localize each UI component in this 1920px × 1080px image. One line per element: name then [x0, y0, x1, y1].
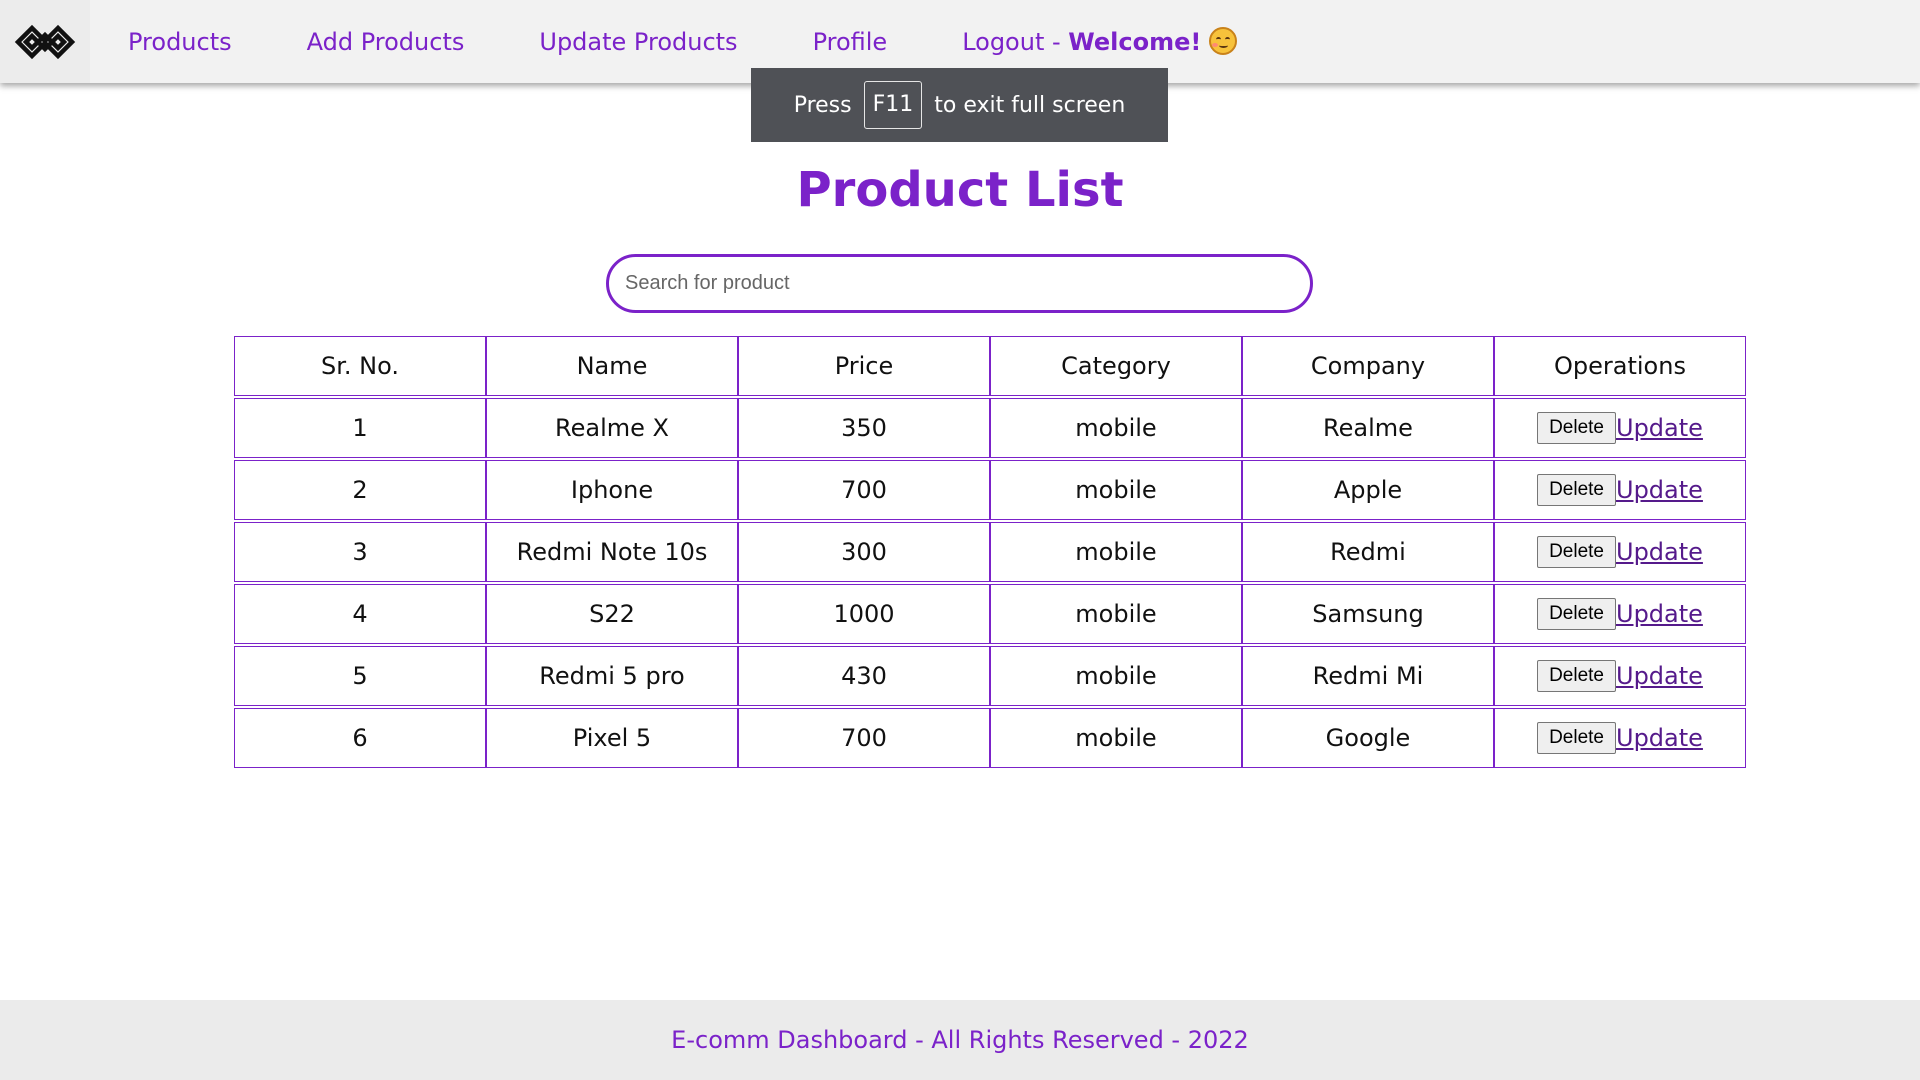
cell-sr-no: 3	[234, 522, 486, 582]
cell-price: 700	[738, 708, 990, 768]
welcome-label: Welcome!	[1068, 28, 1202, 56]
nav-update-products-link[interactable]: Update Products	[539, 28, 737, 56]
cell-category: mobile	[990, 708, 1242, 768]
cell-operations: Delete Update	[1494, 522, 1746, 582]
cell-company: Google	[1242, 708, 1494, 768]
nav-add-products-link[interactable]: Add Products	[307, 28, 465, 56]
cell-name: Realme X	[486, 398, 738, 458]
update-link[interactable]: Update	[1616, 476, 1703, 504]
cell-company: Samsung	[1242, 584, 1494, 644]
cell-price: 1000	[738, 584, 990, 644]
cell-sr-no: 6	[234, 708, 486, 768]
search-input[interactable]	[606, 254, 1313, 313]
table-header-row: Sr. No. Name Price Category Company Oper…	[234, 336, 1746, 398]
update-link[interactable]: Update	[1616, 724, 1703, 752]
cell-category: mobile	[990, 646, 1242, 706]
delete-button[interactable]: Delete	[1537, 598, 1616, 630]
toast-prefix: Press	[793, 92, 852, 118]
cell-sr-no: 4	[234, 584, 486, 644]
update-link[interactable]: Update	[1616, 600, 1703, 628]
delete-button[interactable]: Delete	[1537, 536, 1616, 568]
cell-name: S22	[486, 584, 738, 644]
table-row: 2 Iphone 700 mobile Apple Delete Update	[234, 460, 1746, 522]
cell-name: Iphone	[486, 460, 738, 520]
delete-button[interactable]: Delete	[1537, 722, 1616, 754]
cell-operations: Delete Update	[1494, 646, 1746, 706]
cell-name: Pixel 5	[486, 708, 738, 768]
cell-category: mobile	[990, 522, 1242, 582]
table-row: 5 Redmi 5 pro 430 mobile Redmi Mi Delete…	[234, 646, 1746, 708]
logout-label: Logout -	[962, 28, 1069, 56]
cell-price: 300	[738, 522, 990, 582]
cell-operations: Delete Update	[1494, 460, 1746, 520]
table-row: 4 S22 1000 mobile Samsung Delete Update	[234, 584, 1746, 646]
nav-products-link[interactable]: Products	[128, 28, 232, 56]
header-price: Price	[738, 336, 990, 396]
update-link[interactable]: Update	[1616, 662, 1703, 690]
table-row: 3 Redmi Note 10s 300 mobile Redmi Delete…	[234, 522, 1746, 584]
cell-price: 700	[738, 460, 990, 520]
footer-text: E-comm Dashboard - All Rights Reserved -…	[671, 1026, 1249, 1054]
cell-company: Redmi Mi	[1242, 646, 1494, 706]
table-row: 6 Pixel 5 700 mobile Google Delete Update	[234, 708, 1746, 770]
product-table: Sr. No. Name Price Category Company Oper…	[234, 336, 1746, 770]
cell-company: Redmi	[1242, 522, 1494, 582]
cell-price: 430	[738, 646, 990, 706]
cell-sr-no: 5	[234, 646, 486, 706]
cell-operations: Delete Update	[1494, 398, 1746, 458]
update-link[interactable]: Update	[1616, 414, 1703, 442]
infinity-diamond-logo-icon	[14, 24, 76, 59]
cell-name: Redmi 5 pro	[486, 646, 738, 706]
cell-price: 350	[738, 398, 990, 458]
delete-button[interactable]: Delete	[1537, 412, 1616, 444]
cell-company: Realme	[1242, 398, 1494, 458]
smiling-face-with-hearts-emoji-icon	[1209, 27, 1238, 55]
cell-category: mobile	[990, 398, 1242, 458]
header-category: Category	[990, 336, 1242, 396]
header-operations: Operations	[1494, 336, 1746, 396]
update-link[interactable]: Update	[1616, 538, 1703, 566]
table-row: 1 Realme X 350 mobile Realme Delete Updat…	[234, 398, 1746, 460]
logo[interactable]	[0, 0, 90, 83]
delete-button[interactable]: Delete	[1537, 660, 1616, 692]
page-title: Product List	[796, 162, 1124, 218]
header-company: Company	[1242, 336, 1494, 396]
cell-company: Apple	[1242, 460, 1494, 520]
cell-category: mobile	[990, 460, 1242, 520]
cell-sr-no: 1	[234, 398, 486, 458]
nav-logout-link[interactable]: Logout - Welcome!	[962, 27, 1238, 56]
cell-name: Redmi Note 10s	[486, 522, 738, 582]
fullscreen-toast: Press F11 to exit full screen	[751, 68, 1168, 142]
delete-button[interactable]: Delete	[1537, 474, 1616, 506]
cell-operations: Delete Update	[1494, 584, 1746, 644]
page-footer: E-comm Dashboard - All Rights Reserved -…	[0, 1000, 1920, 1080]
nav-profile-link[interactable]: Profile	[813, 28, 888, 56]
header-sr-no: Sr. No.	[234, 336, 486, 396]
toast-suffix: to exit full screen	[934, 92, 1126, 118]
cell-operations: Delete Update	[1494, 708, 1746, 768]
toast-key: F11	[863, 81, 923, 129]
header-name: Name	[486, 336, 738, 396]
cell-sr-no: 2	[234, 460, 486, 520]
cell-category: mobile	[990, 584, 1242, 644]
